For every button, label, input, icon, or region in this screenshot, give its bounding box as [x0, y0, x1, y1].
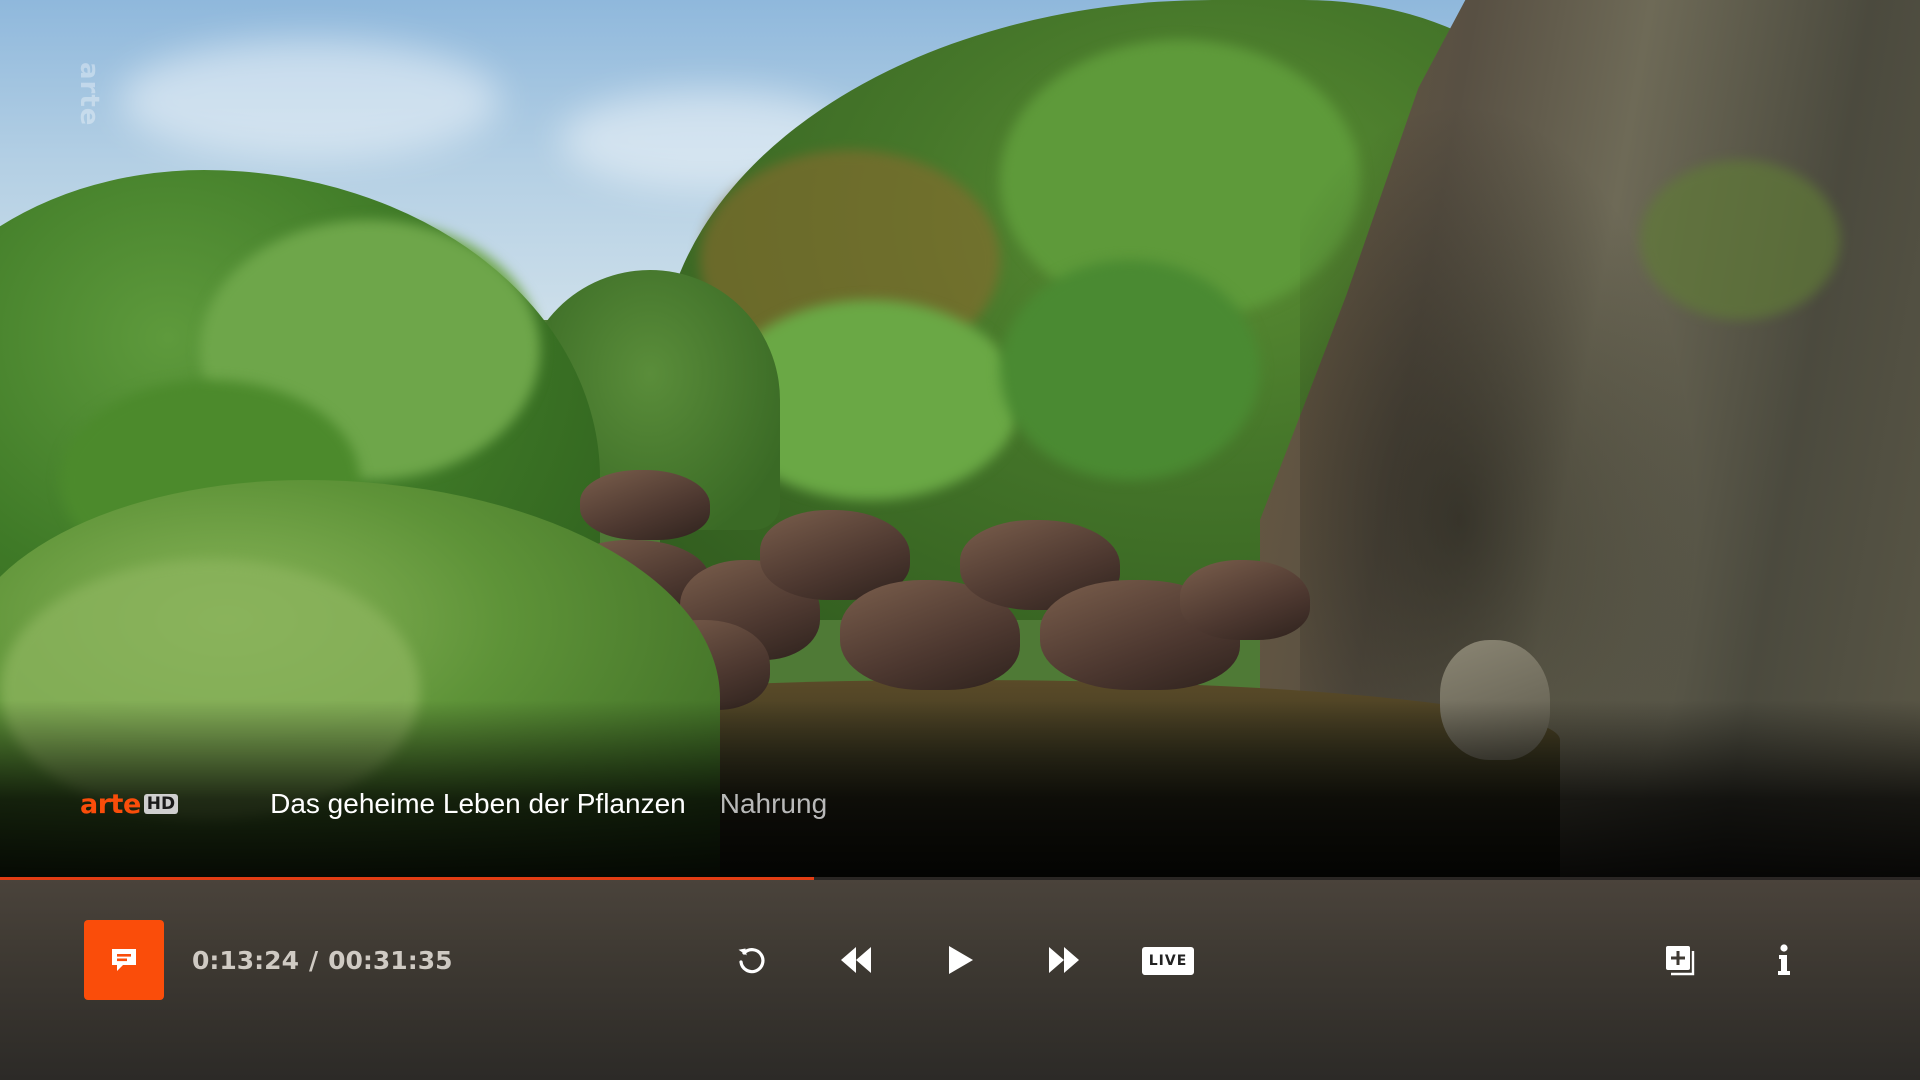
- restart-button[interactable]: [726, 934, 778, 986]
- subtitles-icon: [112, 949, 136, 971]
- add-to-list-button[interactable]: [1654, 934, 1706, 986]
- current-time: 0:13:24: [192, 945, 299, 975]
- total-time: 00:31:35: [328, 945, 453, 975]
- program-title: Das geheime Leben der Pflanzen: [270, 788, 686, 819]
- add-to-list-icon: [1666, 946, 1695, 976]
- player-screen: arte arte HD Das geheime Leben der Pflan…: [0, 0, 1920, 1080]
- program-info: arte HD Das geheime Leben der Pflanzen N…: [80, 782, 827, 826]
- fast-forward-icon: [1049, 947, 1079, 973]
- foliage: [1000, 260, 1260, 480]
- cloud: [120, 40, 500, 160]
- episode-title: Nahrung: [719, 788, 828, 819]
- hd-badge: HD: [143, 794, 179, 814]
- restart-icon: [738, 948, 765, 974]
- live-button[interactable]: LIVE: [1142, 947, 1194, 975]
- channel-logo: arte HD: [80, 788, 179, 820]
- video-frame[interactable]: arte: [0, 0, 1920, 880]
- foliage: [1640, 160, 1840, 320]
- rewind-icon: [841, 947, 871, 973]
- fast-forward-button[interactable]: [1038, 934, 1090, 986]
- control-bar: 0:13:24 / 00:31:35 LIVE: [0, 880, 1920, 1080]
- channel-watermark: arte: [74, 62, 104, 127]
- play-icon: [949, 946, 973, 974]
- channel-name: arte: [80, 788, 141, 820]
- subtitles-button[interactable]: [84, 920, 164, 1000]
- info-button[interactable]: [1758, 934, 1810, 986]
- time-display: 0:13:24 / 00:31:35: [192, 940, 453, 980]
- time-separator: /: [308, 945, 319, 975]
- rock: [1180, 560, 1310, 640]
- info-icon: [1778, 944, 1790, 975]
- rewind-button[interactable]: [830, 934, 882, 986]
- play-button[interactable]: [934, 934, 986, 986]
- rock: [580, 470, 710, 540]
